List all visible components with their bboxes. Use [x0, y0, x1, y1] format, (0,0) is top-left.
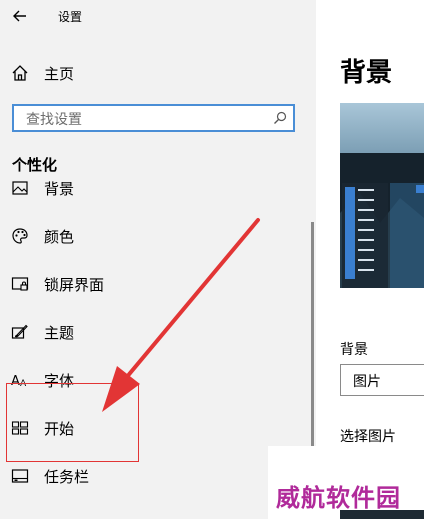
sidebar-item-colors[interactable]: 颜色 — [0, 216, 312, 256]
sidebar-item-label: 任务栏 — [44, 468, 90, 486]
background-type-select[interactable]: 图片 — [340, 364, 424, 396]
annotation-highlight-box — [6, 383, 139, 462]
background-preview — [340, 103, 424, 288]
desktop-preview-image — [340, 103, 424, 288]
sidebar-item-label: 主题 — [44, 324, 75, 342]
taskbar-icon — [11, 469, 29, 483]
section-title: 个性化 — [12, 156, 58, 174]
background-type-label: 背景 — [340, 342, 368, 358]
theme-brush-icon — [11, 324, 28, 339]
sidebar-item-label: 颜色 — [44, 228, 75, 246]
back-button[interactable] — [8, 4, 32, 28]
page-title: 背景 — [340, 58, 393, 88]
back-arrow-icon — [13, 10, 26, 22]
choose-picture-label: 选择图片 — [340, 429, 396, 445]
palette-icon — [12, 228, 28, 244]
sidebar-item-label: 背景 — [44, 180, 75, 198]
lock-screen-icon — [11, 277, 29, 291]
sidebar-item-taskbar[interactable]: 任务栏 — [0, 456, 312, 496]
personalization-nav: 背景 颜色 锁屏界面 主题 A A 字体 开始 任务栏 — [0, 178, 312, 519]
sidebar-item-lock-screen[interactable]: 锁屏界面 — [0, 264, 312, 304]
nav-home[interactable]: 主页 — [0, 56, 316, 88]
image-icon — [12, 181, 28, 195]
title-bar: 设置 — [0, 0, 316, 32]
sidebar-item-label: 锁屏界面 — [44, 276, 105, 294]
sidebar-item-themes[interactable]: 主题 — [0, 312, 312, 352]
home-icon — [12, 65, 28, 81]
search-box[interactable] — [12, 104, 295, 132]
content-pane: 背景 背景 图片 选择图片 — [316, 0, 424, 519]
window-title: 设置 — [58, 10, 83, 24]
background-type-value: 图片 — [353, 374, 381, 390]
sidebar-item-background[interactable]: 背景 — [0, 178, 312, 208]
watermark-text: 威航软件园 — [276, 484, 401, 512]
nav-home-label: 主页 — [44, 65, 75, 83]
search-input[interactable] — [24, 109, 268, 131]
search-icon[interactable] — [273, 111, 287, 125]
